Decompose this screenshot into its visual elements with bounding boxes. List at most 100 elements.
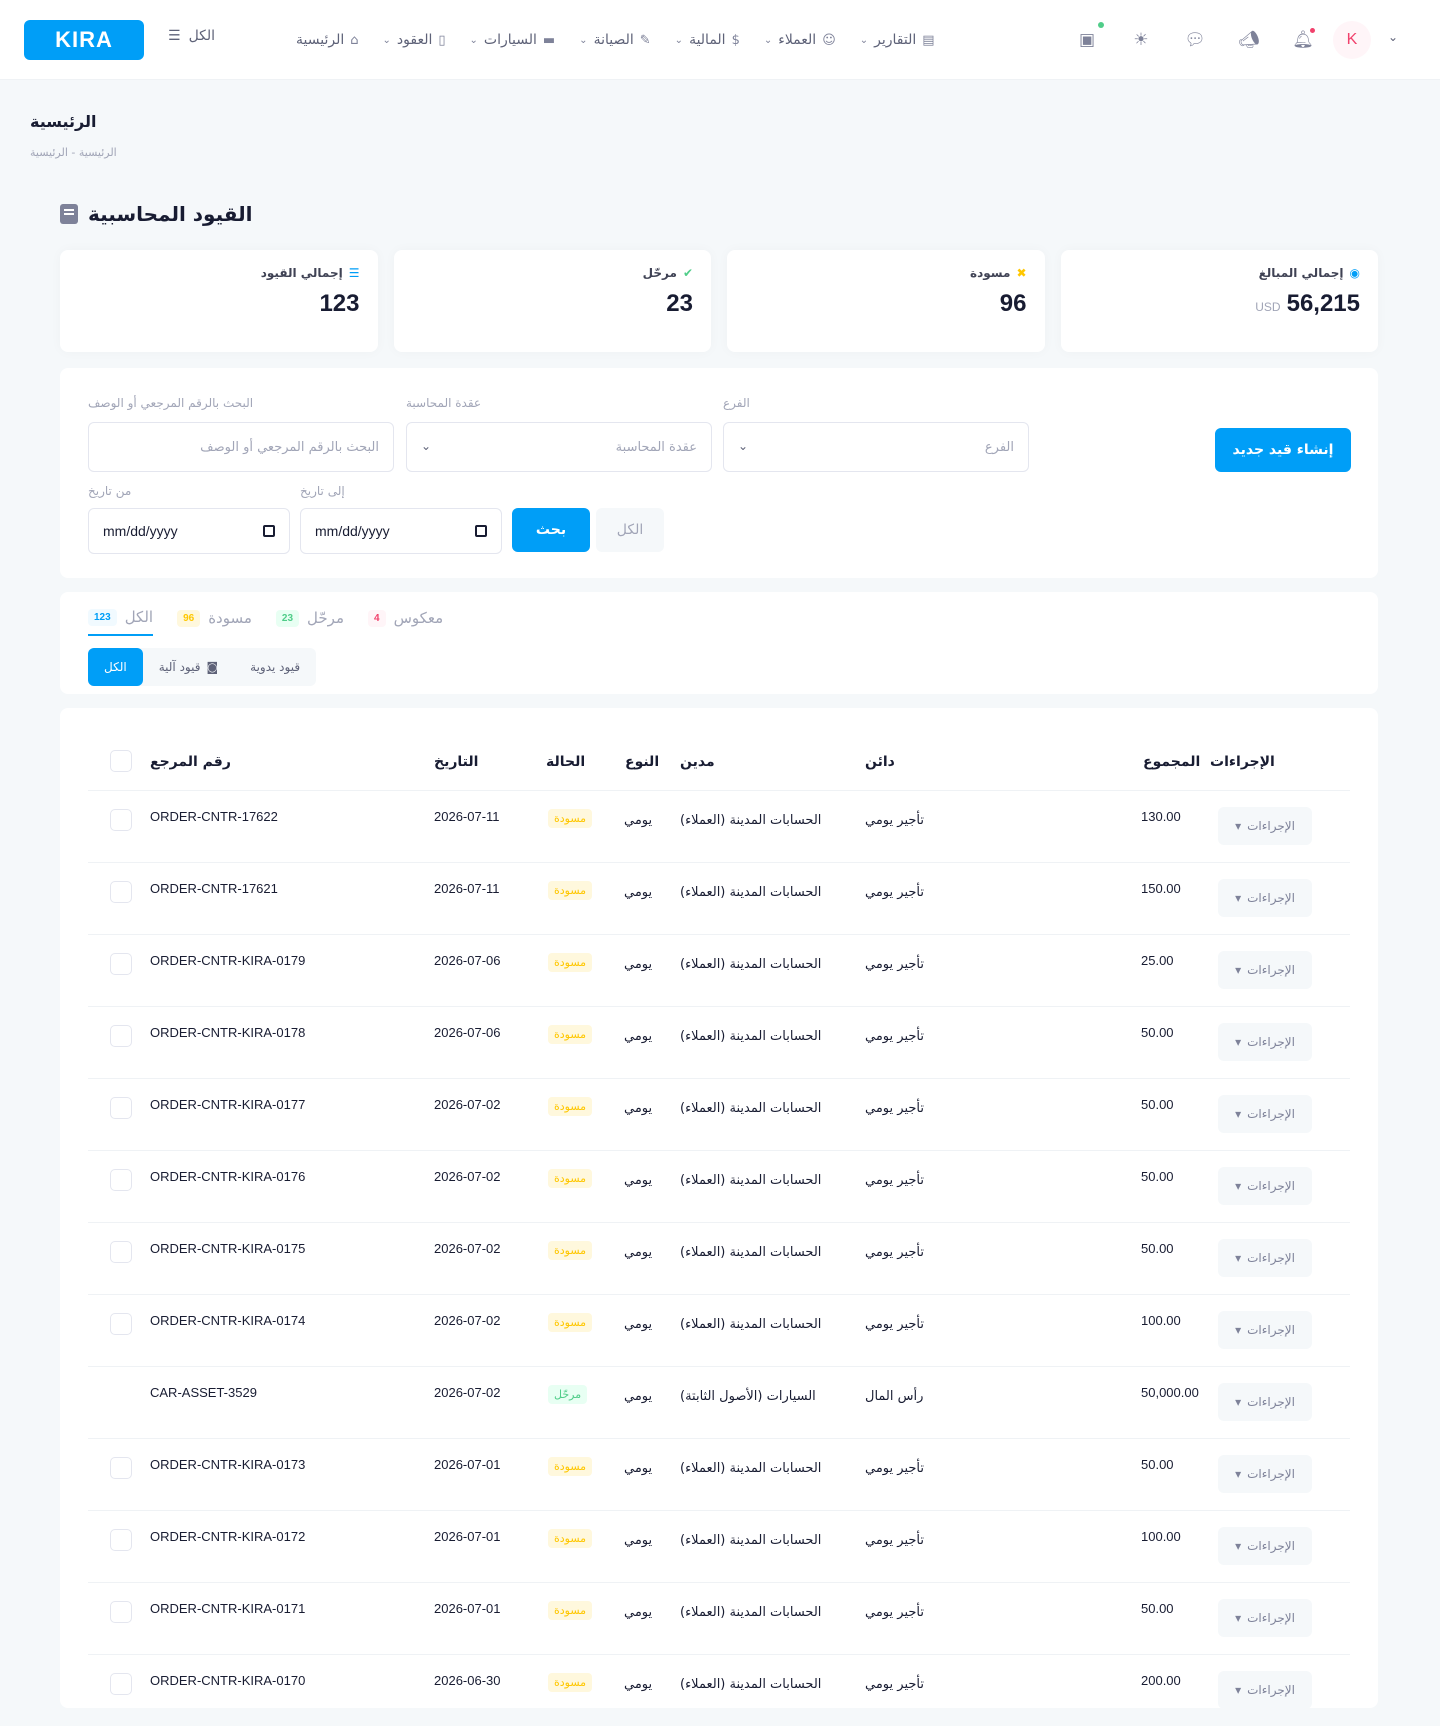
tab-2[interactable]: مرحّل 23: [275, 608, 344, 636]
from-date-input[interactable]: mm/dd/yyyy: [88, 508, 290, 554]
nav-item-label: التقارير: [874, 32, 917, 48]
chevron-down-icon[interactable]: ⌄: [1388, 30, 1398, 44]
cell-total: 150.00: [1141, 881, 1181, 896]
row-actions-button[interactable]: الإجراءات ▾: [1218, 1383, 1312, 1421]
table-row: ORDER-CNTR-KIRA-0174 2026-07-02 يومي الحساب…: [88, 1294, 1350, 1366]
reset-all-button[interactable]: الكل: [596, 508, 664, 552]
cell-debit: الحسابات المدينة (العملاء): [680, 1461, 822, 1476]
stat-card: ◉ إجمالي المبالغ 56,215 USD: [1060, 250, 1378, 352]
stat-value-row: 23: [412, 290, 693, 318]
cell-credit: تأجير يومي: [865, 1461, 924, 1476]
row-checkbox[interactable]: [110, 1097, 132, 1119]
search-label: البحث بالرقم المرجعي أو الوصف: [88, 396, 254, 410]
tab-count-badge: 123: [88, 608, 117, 626]
cell-date: 2026-07-11: [434, 809, 500, 824]
row-checkbox[interactable]: [110, 881, 132, 903]
cell-credit: تأجير يومي: [865, 1533, 924, 1548]
table-row: ORDER-CNTR-17621 2026-07-11 يومي الحسابات ا…: [88, 862, 1350, 934]
row-actions-button[interactable]: الإجراءات ▾: [1218, 951, 1312, 989]
row-checkbox[interactable]: [110, 1025, 132, 1047]
chevron-down-icon: ⌄: [859, 34, 869, 46]
nav-item-document[interactable]: ▯ العقود ⌄: [383, 32, 446, 48]
row-checkbox[interactable]: [110, 1457, 132, 1479]
calendar-icon: [263, 525, 275, 537]
row-actions-button[interactable]: الإجراءات ▾: [1218, 1167, 1312, 1205]
stat-label: إجمالي المبالغ: [1258, 266, 1344, 280]
table-row: CAR-ASSET-3529 2026-07-02 يومي السيارات (ال…: [88, 1366, 1350, 1438]
cell-type: يومي: [624, 1101, 653, 1116]
branch-select[interactable]: الفرع ⌄: [723, 422, 1029, 472]
calendar-icon[interactable]: ▣: [1072, 22, 1104, 58]
notifications-bell-icon[interactable]: 🔔︎: [1288, 22, 1318, 58]
nav-item-car[interactable]: ▬ السيارات ⌄: [470, 32, 556, 48]
search-input[interactable]: البحث بالرقم المرجعي أو الوصف: [88, 422, 394, 472]
row-actions-button[interactable]: الإجراءات ▾: [1218, 1455, 1312, 1493]
row-checkbox[interactable]: [110, 1601, 132, 1623]
row-checkbox[interactable]: [110, 1241, 132, 1263]
branch-label: الفرع: [723, 396, 750, 410]
row-actions-button[interactable]: الإجراءات ▾: [1218, 807, 1312, 845]
cell-total: 50.00: [1141, 1025, 1174, 1040]
row-actions-button[interactable]: الإجراءات ▾: [1218, 1023, 1312, 1061]
megaphone-icon[interactable]: 📣︎: [1234, 22, 1264, 58]
nav-item-wrench[interactable]: ✎ الصيانة ⌄: [579, 32, 651, 48]
create-entry-button[interactable]: إنشاء قيد جديد: [1215, 428, 1351, 472]
nav-item-dollar[interactable]: $ المالية ⌄: [675, 32, 740, 48]
cell-date: 2026-07-01: [434, 1529, 501, 1544]
row-actions-button[interactable]: الإجراءات ▾: [1218, 1671, 1312, 1709]
row-checkbox[interactable]: [110, 953, 132, 975]
row-actions-button[interactable]: الإجراءات ▾: [1218, 1527, 1312, 1565]
wrench-icon: ✎: [639, 32, 651, 48]
user-avatar[interactable]: K: [1333, 21, 1371, 59]
calendar-icon: [475, 525, 487, 537]
tab-count-badge: 23: [275, 609, 300, 627]
nav-item-users[interactable]: ☺ العملاء ⌄: [764, 32, 836, 48]
row-actions-button[interactable]: الإجراءات ▾: [1218, 1599, 1312, 1637]
cell-type: يومي: [624, 813, 653, 828]
row-actions-button[interactable]: الإجراءات ▾: [1218, 1239, 1312, 1277]
row-checkbox[interactable]: [110, 1673, 132, 1695]
select-all-checkbox[interactable]: [110, 750, 132, 772]
page-title: الرئيسية: [30, 112, 97, 131]
chat-icon[interactable]: 💬︎: [1180, 22, 1210, 58]
to-date-input[interactable]: mm/dd/yyyy: [300, 508, 502, 554]
cell-date: 2026-07-02: [434, 1097, 501, 1112]
tab-3[interactable]: معكوس 4: [368, 608, 443, 636]
actions-label: الإجراءات: [1247, 1467, 1295, 1481]
robot-icon: ◙: [206, 660, 219, 674]
row-actions-button[interactable]: الإجراءات ▾: [1218, 1095, 1312, 1133]
all-menu-toggle[interactable]: الكل ☰: [168, 28, 215, 44]
nav-item-home[interactable]: ⌂ الرئيسية: [296, 32, 359, 48]
segment-auto[interactable]: ◙ قيود آلية: [143, 648, 234, 686]
tab-0[interactable]: الكل 123: [88, 608, 154, 636]
segment-all[interactable]: الكل: [88, 648, 143, 686]
stat-value-row: 56,215 USD: [1079, 290, 1360, 318]
row-checkbox[interactable]: [110, 1169, 132, 1191]
segment-manual[interactable]: قيود يدوية: [234, 648, 316, 686]
cell-debit: الحسابات المدينة (العملاء): [680, 813, 822, 828]
actions-label: الإجراءات: [1247, 1107, 1295, 1121]
table-row: ORDER-CNTR-KIRA-0177 2026-07-02 يومي الحساب…: [88, 1078, 1350, 1150]
row-checkbox[interactable]: [110, 1313, 132, 1335]
row-actions-button[interactable]: الإجراءات ▾: [1218, 879, 1312, 917]
cell-total: 50.00: [1141, 1457, 1174, 1472]
theme-sun-icon[interactable]: ☀: [1126, 22, 1156, 58]
row-checkbox[interactable]: [110, 1529, 132, 1551]
caret-down-icon: ▾: [1235, 1251, 1242, 1265]
tab-1[interactable]: مسودة 96: [177, 608, 252, 636]
kira-logo[interactable]: KIRA: [24, 20, 144, 60]
stat-label: إجمالي القيود: [260, 266, 343, 280]
to-date-label: إلى تاريخ: [300, 484, 345, 498]
nav-item-report[interactable]: ▤ التقارير ⌄: [860, 32, 935, 48]
book-icon: [60, 204, 78, 224]
row-checkbox[interactable]: [110, 809, 132, 831]
actions-label: الإجراءات: [1247, 1611, 1295, 1625]
contract-select[interactable]: عقدة المحاسبة ⌄: [406, 422, 712, 472]
row-actions-button[interactable]: الإجراءات ▾: [1218, 1311, 1312, 1349]
cell-ref: ORDER-CNTR-KIRA-0177: [150, 1097, 306, 1112]
caret-down-icon: ▾: [1235, 1539, 1242, 1553]
col-type: النوع: [625, 754, 660, 770]
cell-total: 200.00: [1141, 1673, 1181, 1688]
col-total: المجموع: [1143, 754, 1201, 770]
search-button[interactable]: بحث: [512, 508, 590, 552]
